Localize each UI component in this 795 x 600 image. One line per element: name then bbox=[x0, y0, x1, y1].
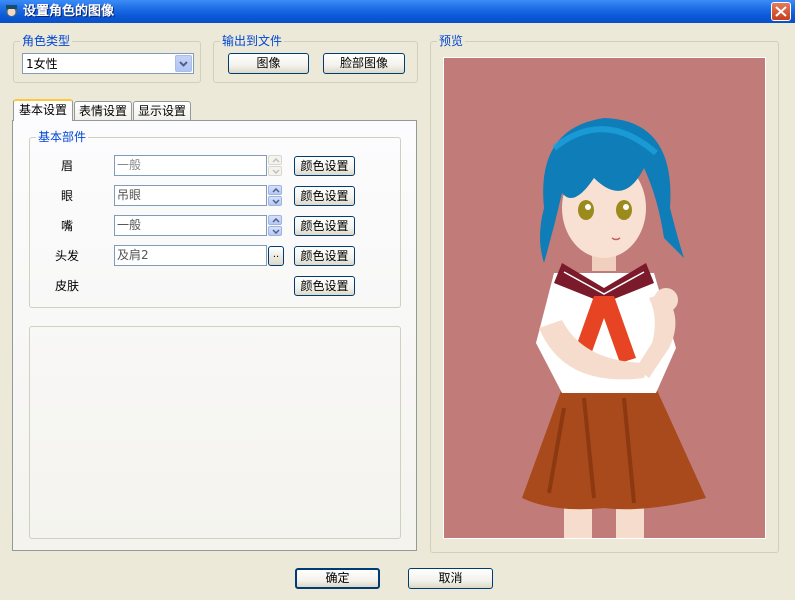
dropdown-button[interactable] bbox=[175, 55, 192, 72]
tab-panel: 基本部件 眉 一般 颜色设置 眼 吊眼 颜色设置 嘴 一般 颜色设置 头发 及肩… bbox=[12, 120, 417, 551]
arrow-up-icon bbox=[272, 218, 280, 223]
title-bar: 设置角色的图像 bbox=[0, 0, 795, 23]
eyebrow-color-button[interactable]: 颜色设置 bbox=[294, 156, 355, 176]
mouth-spinner[interactable] bbox=[268, 215, 282, 236]
arrow-up-icon bbox=[272, 188, 280, 193]
skin-color-button[interactable]: 颜色设置 bbox=[294, 276, 355, 296]
anime-girl-illustration bbox=[522, 118, 706, 538]
character-type-select[interactable]: 1女性 bbox=[22, 53, 194, 74]
basic-parts-legend: 基本部件 bbox=[36, 130, 89, 144]
character-type-group: 角色类型 1女性 bbox=[13, 34, 201, 83]
basic-parts-group: 基本部件 眉 一般 颜色设置 眼 吊眼 颜色设置 嘴 一般 颜色设置 头发 及肩… bbox=[29, 130, 401, 308]
tab-basic-settings[interactable]: 基本设置 bbox=[13, 99, 73, 121]
hair-color-button[interactable]: 颜色设置 bbox=[294, 246, 355, 266]
export-face-image-button[interactable]: 脸部图像 bbox=[323, 53, 405, 74]
close-button[interactable] bbox=[771, 2, 791, 21]
empty-panel-area bbox=[29, 326, 401, 539]
ok-button[interactable]: 确定 bbox=[295, 568, 380, 589]
eye-color-button[interactable]: 颜色设置 bbox=[294, 186, 355, 206]
eye-spinner[interactable] bbox=[268, 185, 282, 206]
character-preview-image bbox=[443, 57, 766, 539]
preview-legend: 预览 bbox=[437, 34, 466, 48]
eye-label: 眼 bbox=[61, 189, 74, 203]
skin-label: 皮肤 bbox=[55, 279, 80, 293]
export-image-button[interactable]: 图像 bbox=[228, 53, 309, 74]
eyebrow-label: 眉 bbox=[61, 159, 74, 173]
eye-value: 吊眼 bbox=[117, 188, 142, 202]
arrow-up-icon bbox=[272, 158, 280, 163]
tab-display-settings[interactable]: 显示设置 bbox=[133, 101, 191, 121]
chevron-down-icon bbox=[179, 61, 188, 67]
eyebrow-value: 一般 bbox=[117, 158, 142, 172]
close-icon bbox=[775, 6, 787, 17]
hair-label: 头发 bbox=[55, 249, 80, 263]
mouth-value: 一般 bbox=[117, 218, 142, 232]
window-title: 设置角色的图像 bbox=[23, 4, 115, 19]
output-group: 输出到文件 图像 脸部图像 bbox=[213, 34, 418, 83]
arrow-down-icon bbox=[272, 199, 280, 204]
mouth-field[interactable]: 一般 bbox=[114, 215, 267, 236]
arrow-down-icon bbox=[272, 169, 280, 174]
eye-field[interactable]: 吊眼 bbox=[114, 185, 267, 206]
character-type-legend: 角色类型 bbox=[20, 34, 73, 48]
app-icon bbox=[5, 5, 18, 17]
arrow-down-icon bbox=[272, 229, 280, 234]
mouth-color-button[interactable]: 颜色设置 bbox=[294, 216, 355, 236]
hair-field[interactable]: 及肩2 bbox=[114, 245, 267, 266]
character-type-value: 1女性 bbox=[26, 57, 58, 71]
preview-group: 预览 bbox=[430, 34, 779, 553]
cancel-button[interactable]: 取消 bbox=[408, 568, 493, 589]
hair-value: 及肩2 bbox=[117, 248, 149, 262]
mouth-label: 嘴 bbox=[61, 219, 74, 233]
hair-browse-button[interactable]: .. bbox=[268, 246, 284, 266]
tab-expression-settings[interactable]: 表情设置 bbox=[74, 101, 132, 121]
output-legend: 输出到文件 bbox=[220, 34, 285, 48]
eyebrow-field: 一般 bbox=[114, 155, 267, 176]
eyebrow-spinner bbox=[268, 155, 282, 176]
